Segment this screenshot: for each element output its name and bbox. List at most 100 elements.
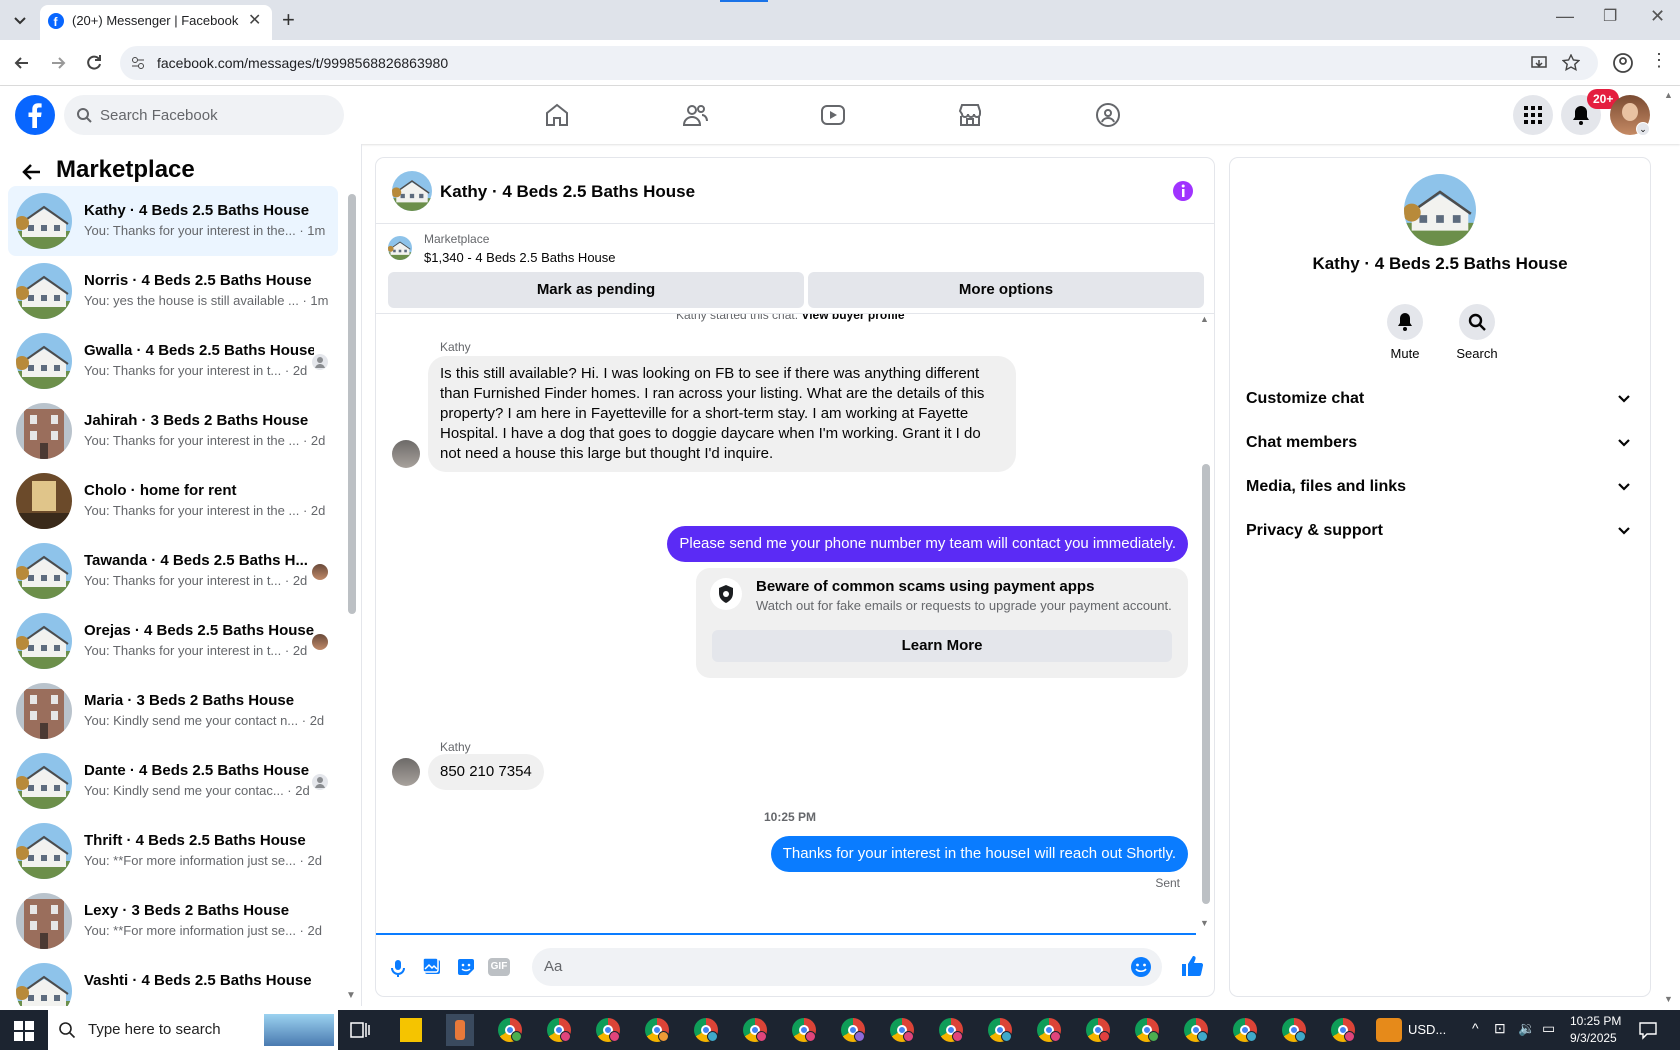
facebook-logo-icon[interactable]	[15, 95, 55, 135]
chrome-profile-icon[interactable]	[1233, 1018, 1257, 1042]
browser-menu-icon[interactable]: ⋮	[1650, 50, 1668, 71]
thread-scroll-up-icon[interactable]: ▲	[1200, 314, 1209, 324]
facebook-search-box[interactable]: Search Facebook	[64, 95, 344, 135]
sticky-notes-icon[interactable]	[400, 1018, 422, 1042]
chrome-profile-icon[interactable]	[1037, 1018, 1061, 1042]
sender-avatar[interactable]	[392, 758, 420, 786]
page-scroll-up-icon[interactable]: ▲	[1664, 90, 1673, 100]
taskbar-search-box[interactable]: Type here to search	[48, 1010, 338, 1050]
chat-members-row[interactable]: Chat members	[1246, 424, 1634, 464]
chrome-profile-icon[interactable]	[1184, 1018, 1208, 1042]
conversation-item[interactable]: Gwalla · 4 Beds 2.5 Baths House You: Tha…	[8, 326, 338, 396]
chrome-profile-icon[interactable]	[988, 1018, 1012, 1042]
page-scroll-down-icon[interactable]: ▼	[1664, 994, 1673, 1004]
media-files-links-row[interactable]: Media, files and links	[1246, 468, 1634, 508]
weather-text[interactable]: USD...	[1408, 1022, 1446, 1037]
more-options-button[interactable]: More options	[808, 272, 1204, 308]
tray-display-icon[interactable]: ▭	[1542, 1020, 1555, 1037]
windows-start-icon[interactable]	[14, 1021, 34, 1041]
account-chevron-icon[interactable]: ⌄	[1636, 122, 1650, 136]
chrome-profile-icon[interactable]	[743, 1018, 767, 1042]
learn-more-button[interactable]: Learn More	[712, 630, 1172, 662]
message-input[interactable]: Aa	[532, 948, 1162, 986]
site-info-icon[interactable]	[130, 55, 146, 71]
incoming-message[interactable]: 850 210 7354	[428, 754, 544, 790]
tab-list-button[interactable]	[8, 8, 32, 32]
conversation-item[interactable]: Vashti · 4 Beds 2.5 Baths House	[8, 956, 338, 1006]
tray-volume-icon[interactable]: 🔉	[1518, 1020, 1535, 1037]
marketplace-icon[interactable]	[956, 101, 984, 129]
chrome-profile-icon[interactable]	[1282, 1018, 1306, 1042]
outgoing-message[interactable]: Please send me your phone number my team…	[667, 526, 1188, 562]
thumbs-up-icon[interactable]	[1180, 954, 1204, 978]
conversation-item[interactable]: Lexy · 3 Beds 2 Baths House You: **For m…	[8, 886, 338, 956]
photo-icon[interactable]	[422, 957, 442, 977]
url-bar[interactable]: facebook.com/messages/t/9998568826863980	[120, 46, 1598, 80]
tray-chevron-icon[interactable]: ^	[1472, 1020, 1479, 1036]
new-tab-button[interactable]: +	[282, 7, 295, 33]
conversation-item[interactable]: Dante · 4 Beds 2.5 Baths House You: Kind…	[8, 746, 338, 816]
conversation-item[interactable]: Thrift · 4 Beds 2.5 Baths House You: **F…	[8, 816, 338, 886]
task-view-icon[interactable]	[350, 1020, 370, 1040]
tray-network-icon[interactable]: ⊡	[1494, 1020, 1506, 1037]
chrome-profile-icon[interactable]	[890, 1018, 914, 1042]
thread-scroll-down-icon[interactable]: ▼	[1200, 918, 1209, 928]
listing-thumbnail[interactable]	[388, 236, 412, 260]
chat-avatar[interactable]	[392, 171, 432, 211]
back-arrow-icon[interactable]	[20, 160, 44, 184]
conversation-item[interactable]: Orejas · 4 Beds 2.5 Baths House You: Tha…	[8, 606, 338, 676]
chrome-profile-icon[interactable]	[596, 1018, 620, 1042]
privacy-support-row[interactable]: Privacy & support	[1246, 512, 1634, 552]
customize-chat-row[interactable]: Customize chat	[1246, 380, 1634, 420]
video-icon[interactable]	[819, 101, 847, 129]
chrome-profile-icon[interactable]	[1135, 1018, 1159, 1042]
sidebar-scrollbar[interactable]	[348, 194, 356, 614]
sticker-icon[interactable]	[456, 957, 476, 977]
forward-arrow-icon[interactable]	[48, 53, 68, 73]
notification-center-icon[interactable]	[1638, 1020, 1658, 1040]
conversation-item[interactable]: Maria · 3 Beds 2 Baths House You: Kindly…	[8, 676, 338, 746]
taskbar-date[interactable]: 9/3/2025	[1570, 1031, 1617, 1045]
chrome-profile-icon[interactable]	[498, 1018, 522, 1042]
emoji-icon[interactable]	[1130, 956, 1152, 978]
microphone-icon[interactable]	[388, 958, 408, 978]
bookmark-star-icon[interactable]	[1562, 54, 1580, 72]
info-icon[interactable]	[1172, 180, 1194, 202]
chrome-profile-icon[interactable]	[694, 1018, 718, 1042]
back-arrow-icon[interactable]	[12, 53, 32, 73]
groups-icon[interactable]	[1094, 101, 1122, 129]
profile-icon[interactable]	[1612, 52, 1634, 74]
conversation-item[interactable]: Norris · 4 Beds 2.5 Baths House You: yes…	[8, 256, 338, 326]
menu-button[interactable]	[1513, 95, 1553, 135]
chrome-profile-icon[interactable]	[792, 1018, 816, 1042]
chrome-profile-icon[interactable]	[939, 1018, 963, 1042]
conversation-item[interactable]: Jahirah · 3 Beds 2 Baths House You: Than…	[8, 396, 338, 466]
conversation-item[interactable]: Kathy · 4 Beds 2.5 Baths House You: Than…	[8, 186, 338, 256]
listing-description[interactable]: $1,340 - 4 Beds 2.5 Baths House	[424, 250, 616, 265]
taskbar-time[interactable]: 10:25 PM	[1570, 1014, 1621, 1028]
sender-avatar[interactable]	[392, 440, 420, 468]
conversation-item[interactable]: Tawanda · 4 Beds 2.5 Baths H... You: Tha…	[8, 536, 338, 606]
close-window-button[interactable]: ✕	[1650, 6, 1665, 27]
gif-icon[interactable]: GIF	[488, 958, 510, 976]
outgoing-message[interactable]: Thanks for your interest in the houseI w…	[770, 836, 1188, 872]
thread-scrollbar[interactable]	[1202, 464, 1210, 904]
friends-icon[interactable]	[681, 101, 709, 129]
minimize-button[interactable]: —	[1556, 6, 1574, 27]
browser-tab[interactable]: f (20+) Messenger | Facebook ✕	[40, 5, 272, 40]
install-app-icon[interactable]	[1530, 54, 1548, 72]
view-buyer-profile-link[interactable]: View buyer profile	[801, 314, 904, 322]
chrome-profile-icon[interactable]	[547, 1018, 571, 1042]
info-avatar[interactable]	[1404, 174, 1476, 246]
chat-title[interactable]: Kathy · 4 Beds 2.5 Baths House	[440, 182, 695, 202]
chrome-profile-icon[interactable]	[645, 1018, 669, 1042]
chrome-profile-icon[interactable]	[841, 1018, 865, 1042]
home-icon[interactable]	[543, 101, 571, 129]
weather-icon[interactable]	[1376, 1018, 1402, 1042]
sidebar-scroll-down-icon[interactable]: ▼	[346, 990, 356, 1001]
active-app-icon[interactable]	[446, 1014, 474, 1046]
incoming-message[interactable]: Is this still available? Hi. I was looki…	[428, 356, 1016, 472]
conversation-item[interactable]: Cholo · home for rent You: Thanks for yo…	[8, 466, 338, 536]
chrome-profile-icon[interactable]	[1086, 1018, 1110, 1042]
mark-pending-button[interactable]: Mark as pending	[388, 272, 804, 308]
